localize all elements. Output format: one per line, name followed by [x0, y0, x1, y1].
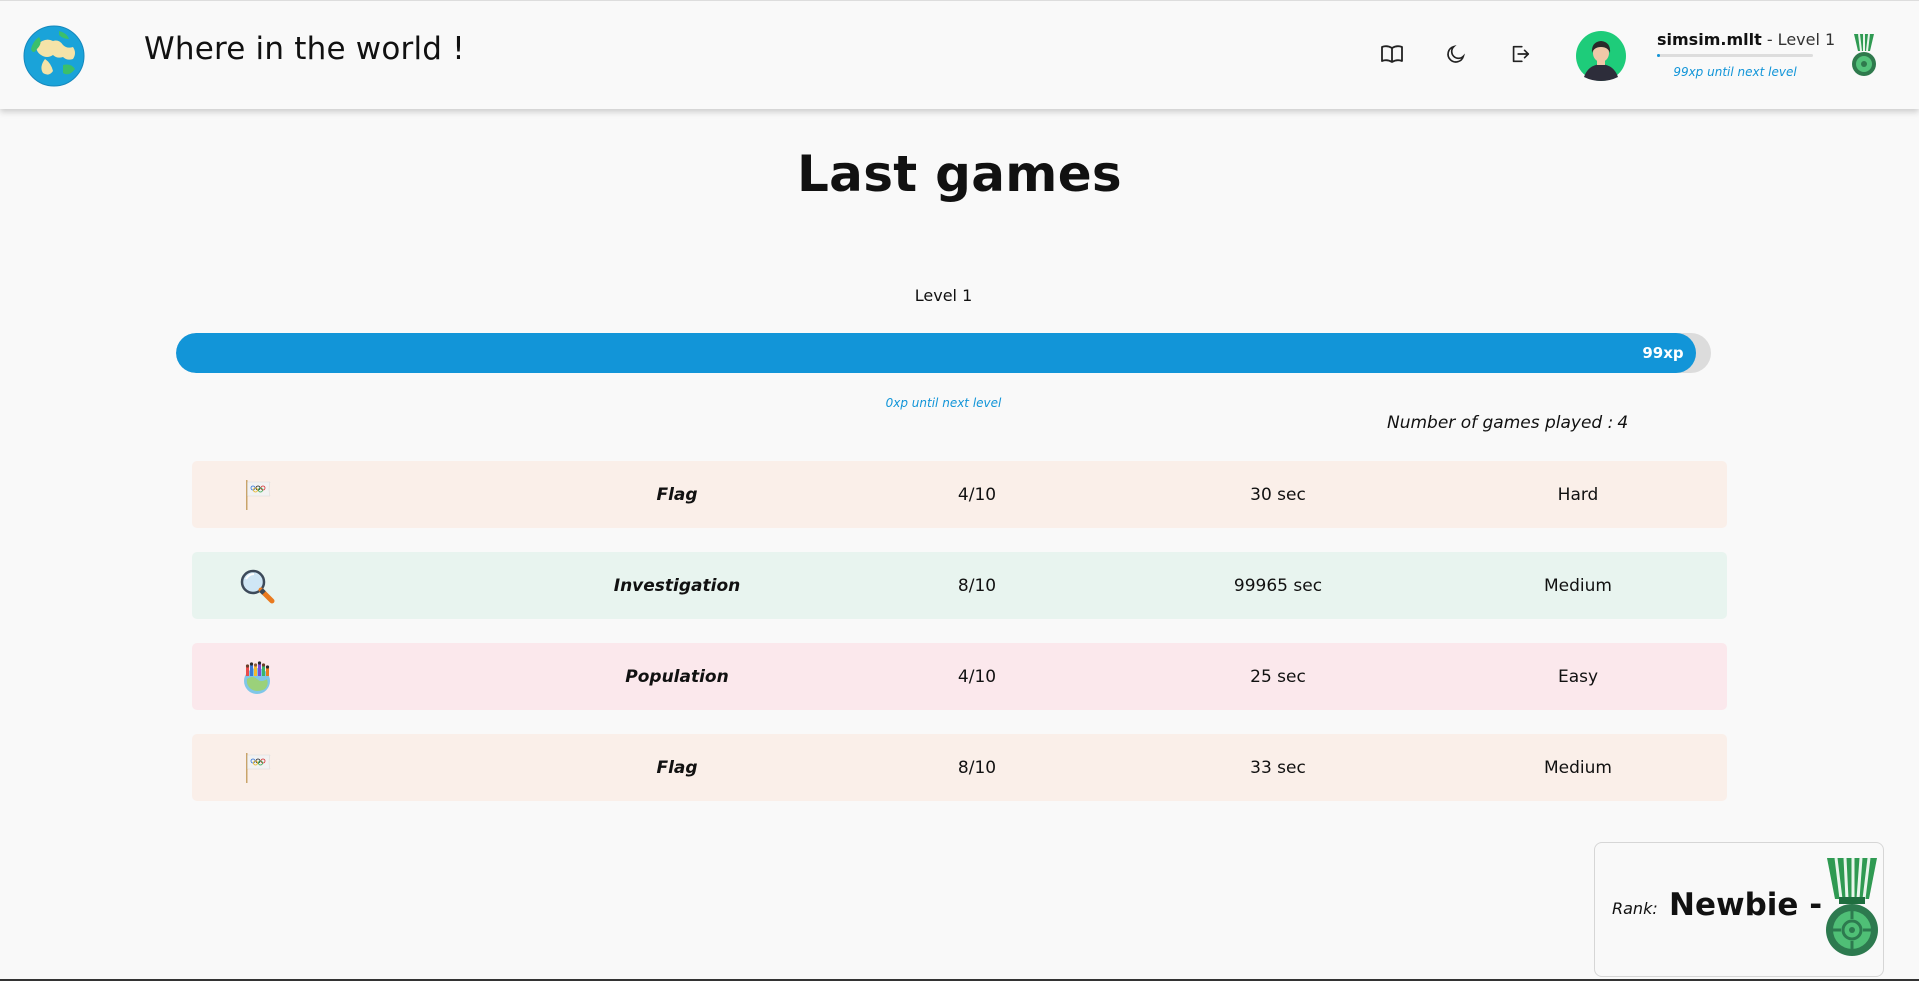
games-played-count: Number of games played :4 — [1387, 413, 1628, 433]
game-row[interactable]: Population 4/10 25 sec Easy — [192, 643, 1727, 710]
rank-card: Rank: Newbie - — [1594, 842, 1884, 977]
game-difficulty: Medium — [1544, 575, 1612, 596]
game-row[interactable]: Investigation 8/10 99965 sec Medium — [192, 552, 1727, 619]
xp-progress-label: 99xp — [1642, 344, 1684, 362]
xp-progress-fill: 99xp — [176, 333, 1696, 373]
top-header: Where in the world ! simsim.mllt - Level… — [0, 0, 1919, 109]
page-title: Last games — [797, 145, 1122, 203]
avatar[interactable] — [1576, 31, 1626, 81]
game-time: 33 sec — [1250, 757, 1306, 778]
olympic-flag-icon — [232, 461, 282, 528]
game-score: 4/10 — [957, 484, 997, 505]
username: simsim.mllt — [1657, 30, 1762, 49]
app-title: Where in the world ! — [144, 31, 465, 67]
user-xp-text: 99xp until next level — [1673, 65, 1797, 79]
game-difficulty: Easy — [1557, 666, 1599, 687]
xp-progress-bar: 99xp — [176, 333, 1711, 373]
mini-xp-fill — [1657, 54, 1661, 57]
rank-label: Rank: — [1612, 899, 1658, 918]
game-time: 30 sec — [1250, 484, 1306, 505]
games-played-number: 4 — [1617, 413, 1629, 433]
medal-icon — [1826, 857, 1878, 956]
level-label: Level 1 — [914, 286, 973, 305]
game-mode: Investigation — [613, 575, 741, 596]
user-level: - Level 1 — [1761, 30, 1836, 49]
book-icon[interactable] — [1379, 41, 1405, 67]
moon-icon[interactable] — [1443, 41, 1469, 67]
game-mode: Flag — [656, 757, 698, 778]
game-difficulty: Hard — [1557, 484, 1599, 505]
next-level-text: 0xp until next level — [885, 396, 1002, 410]
olympic-flag-icon — [232, 734, 282, 801]
rank-value: Newbie - — [1669, 887, 1823, 923]
game-time: 25 sec — [1250, 666, 1306, 687]
user-line: simsim.mllt - Level 1 — [1657, 30, 1835, 49]
mini-xp-bar — [1657, 54, 1813, 57]
game-time: 99965 sec — [1233, 575, 1323, 596]
games-played-label: Number of games played : — [1387, 413, 1614, 433]
game-difficulty: Medium — [1544, 757, 1612, 778]
game-mode: Population — [625, 666, 729, 687]
game-row[interactable]: Flag 4/10 30 sec Hard — [192, 461, 1727, 528]
population-globe-icon — [232, 643, 282, 710]
globe-logo-icon[interactable] — [23, 25, 85, 87]
game-score: 4/10 — [957, 666, 997, 687]
game-score: 8/10 — [957, 757, 997, 778]
medal-icon — [1852, 33, 1876, 76]
logout-icon[interactable] — [1507, 41, 1533, 67]
game-row[interactable]: Flag 8/10 33 sec Medium — [192, 734, 1727, 801]
game-score: 8/10 — [957, 575, 997, 596]
user-info: simsim.mllt - Level 1 99xp until next le… — [1657, 30, 1835, 79]
game-mode: Flag — [656, 484, 698, 505]
magnifier-icon — [232, 552, 282, 619]
